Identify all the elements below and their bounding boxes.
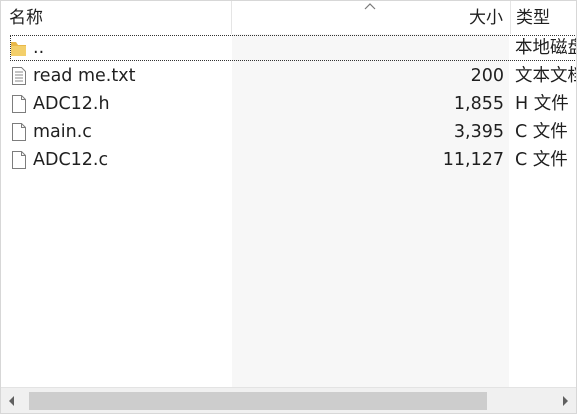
list-item[interactable]: ADC12.c 11,127 C 文件 xyxy=(1,146,576,174)
file-name: main.c xyxy=(33,122,92,142)
file-type: C 文件 xyxy=(515,122,568,142)
scrollbar-thumb[interactable] xyxy=(29,392,487,410)
list-item[interactable]: .. 本地磁盘 xyxy=(9,34,576,62)
list-item[interactable]: main.c 3,395 C 文件 xyxy=(1,118,576,146)
list-item[interactable]: ADC12.h 1,855 H 文件 xyxy=(1,90,576,118)
folder-icon xyxy=(11,42,26,56)
horizontal-scrollbar[interactable] xyxy=(1,387,576,414)
file-list: .. 本地磁盘 read me.txt 200 文本文档 ADC12.h xyxy=(1,34,576,174)
text-file-icon xyxy=(12,67,26,85)
file-name: ADC12.h xyxy=(33,94,110,114)
list-item[interactable]: read me.txt 200 文本文档 xyxy=(1,62,576,90)
file-size: 200 xyxy=(470,66,504,86)
file-icon xyxy=(12,95,26,113)
chevron-up-icon xyxy=(364,3,376,10)
arrow-right-icon[interactable] xyxy=(554,388,576,414)
file-list-view: 名称 大小 类型 .. 本地磁盘 xyxy=(0,0,577,414)
file-icon xyxy=(12,151,26,169)
arrow-left-icon[interactable] xyxy=(1,388,23,414)
file-type: 本地磁盘 xyxy=(515,38,576,58)
column-header-type[interactable]: 类型 xyxy=(510,1,576,34)
file-name: ADC12.c xyxy=(33,150,109,170)
file-size: 11,127 xyxy=(442,150,504,170)
file-name: read me.txt xyxy=(33,66,136,86)
file-type: 文本文档 xyxy=(515,66,576,86)
file-type: H 文件 xyxy=(515,94,569,114)
column-header-name[interactable]: 名称 xyxy=(1,1,231,34)
file-name: .. xyxy=(33,38,45,58)
file-icon xyxy=(12,123,26,141)
file-size: 1,855 xyxy=(453,94,504,114)
file-type: C 文件 xyxy=(515,150,568,170)
column-header: 名称 大小 类型 xyxy=(1,1,576,34)
file-size: 3,395 xyxy=(453,122,504,142)
